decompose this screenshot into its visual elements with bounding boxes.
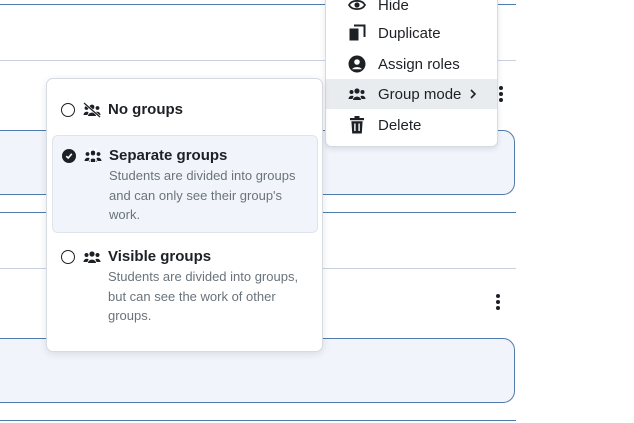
menu-item-label: Delete (378, 116, 422, 134)
option-title: Visible groups (108, 248, 212, 265)
group-mode-option-separate-groups[interactable]: Separate groups Students are divided int… (52, 135, 318, 233)
user-circle-icon (348, 55, 366, 73)
radio-button-checked[interactable] (62, 149, 76, 163)
trash-icon (348, 116, 366, 134)
section-divider (0, 420, 516, 421)
menu-item-hide[interactable]: Hide (326, 0, 497, 20)
eye-icon (348, 0, 366, 14)
option-title: No groups (108, 101, 183, 118)
activity-action-menu: Hide Duplicate Assign roles Group mode D… (325, 0, 498, 147)
menu-item-label: Group mode (378, 85, 462, 103)
group-mode-option-visible-groups[interactable]: Visible groups Students are divided into… (52, 237, 318, 337)
group-mode-option-no-groups[interactable]: No groups (52, 88, 318, 132)
menu-item-delete[interactable]: Delete (326, 110, 497, 140)
radio-button[interactable] (61, 103, 75, 117)
visible-groups-icon (83, 249, 101, 265)
radio-button[interactable] (61, 250, 75, 264)
menu-item-duplicate[interactable]: Duplicate (326, 18, 497, 48)
option-description: Students are divided into groups and can… (109, 168, 296, 222)
group-mode-submenu: No groups Separate groups Students are d… (46, 78, 323, 352)
more-options-icon[interactable] (491, 292, 505, 312)
users-icon (348, 85, 366, 103)
menu-item-label: Assign roles (378, 55, 460, 73)
menu-item-assign-roles[interactable]: Assign roles (326, 49, 497, 79)
option-title: Separate groups (109, 147, 228, 164)
menu-item-group-mode[interactable]: Group mode (326, 79, 497, 109)
menu-item-label: Duplicate (378, 24, 441, 42)
menu-item-label: Hide (378, 0, 409, 14)
option-description: Students are divided into groups, but ca… (108, 269, 299, 323)
chevron-right-icon (469, 88, 479, 100)
copy-icon (348, 24, 366, 42)
separate-groups-icon (84, 148, 102, 164)
no-groups-icon (83, 102, 101, 118)
